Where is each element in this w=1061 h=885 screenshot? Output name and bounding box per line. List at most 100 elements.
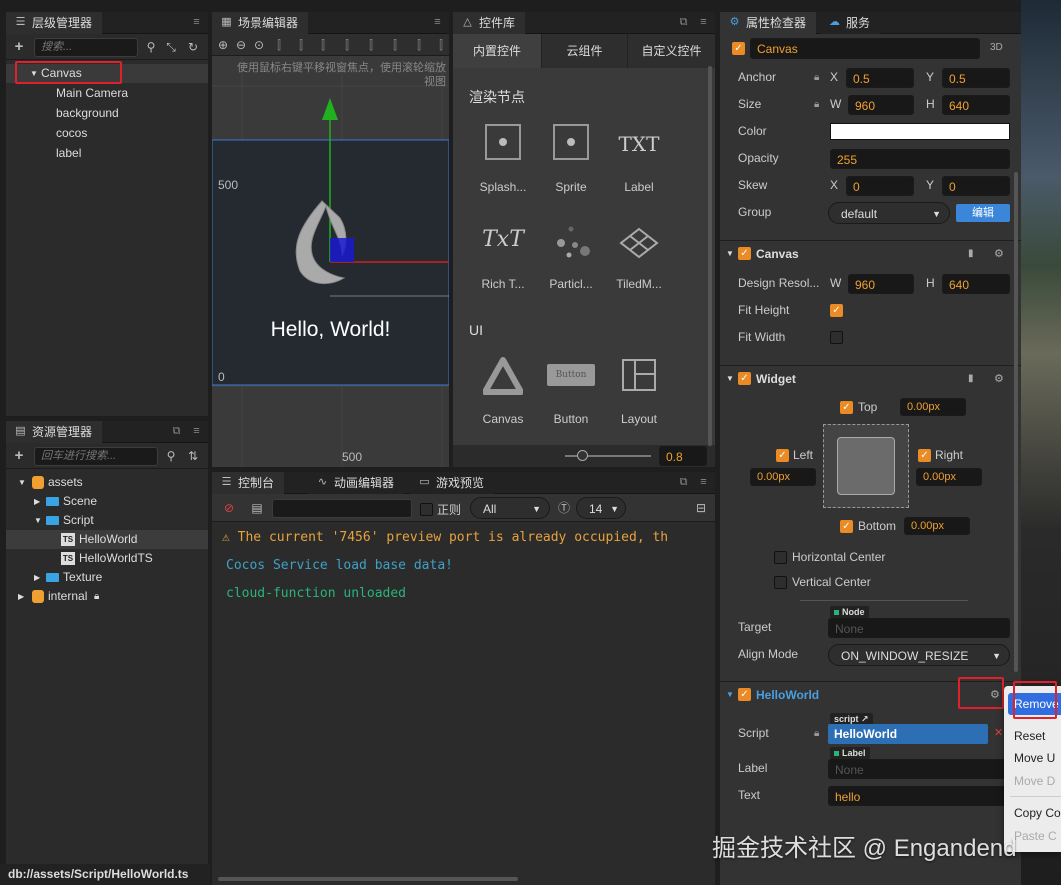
anchor-x-input[interactable]: 0.5 xyxy=(846,68,914,88)
doc-icon[interactable]: ▮ xyxy=(968,241,974,267)
design-w-input[interactable]: 960 xyxy=(848,274,914,294)
asset-item-assets[interactable]: ▼ assets xyxy=(6,473,208,492)
zoom-slider-thumb[interactable] xyxy=(577,450,588,461)
anchor-y-input[interactable]: 0.5 xyxy=(942,68,1010,88)
label-field[interactable]: None xyxy=(828,759,1010,779)
align-mode-select[interactable]: ON_WINDOW_RESIZE ▼ xyxy=(828,644,1010,666)
assets-search-input[interactable]: 回车进行搜索... xyxy=(34,447,158,466)
design-h-input[interactable]: 640 xyxy=(942,274,1010,294)
subtab-cloud[interactable]: 云组件 xyxy=(541,34,627,68)
asset-item-helloworld[interactable]: TS HelloWorld xyxy=(6,530,208,549)
color-swatch[interactable] xyxy=(830,123,1010,140)
widget-right-checkbox[interactable]: ✓ xyxy=(918,449,931,462)
asset-item-helloworldts[interactable]: TS HelloWorldTS xyxy=(6,549,208,568)
menu-item-reset[interactable]: Reset xyxy=(1014,729,1045,743)
widget-richtext[interactable]: TxT Rich T... xyxy=(467,219,539,295)
console-filter-input[interactable] xyxy=(272,499,412,518)
zoom-in-icon[interactable]: ⊕ xyxy=(216,38,230,52)
console-hscroll[interactable] xyxy=(218,877,518,881)
distribute-icon[interactable]: ⫿ xyxy=(412,38,426,52)
size-h-input[interactable]: 640 xyxy=(942,95,1010,115)
widget-left-checkbox[interactable]: ✓ xyxy=(776,449,789,462)
tab-game-preview[interactable]: ▭ 游戏预览 xyxy=(410,472,495,494)
hierarchy-search-input[interactable]: 搜索... xyxy=(34,38,138,57)
close-icon[interactable]: ✕ xyxy=(994,720,1003,747)
tab-scene[interactable]: ▦ 场景编辑器 xyxy=(212,12,309,34)
refresh-icon[interactable]: ↻ xyxy=(186,40,200,54)
lock-icon[interactable]: 🔒︎ xyxy=(814,91,819,118)
sort-icon[interactable]: ⇅ xyxy=(186,449,200,463)
widget-bottom-checkbox[interactable]: ✓ xyxy=(840,520,853,533)
gear-icon[interactable]: ⚙ xyxy=(994,366,1004,392)
badge-3d[interactable]: 3D xyxy=(990,42,1003,53)
tab-widget-library[interactable]: △ 控件库 xyxy=(453,12,526,34)
widget-popout-icon[interactable]: ⧉ xyxy=(678,16,689,28)
tab-services[interactable]: ☁ 服务 xyxy=(820,12,881,34)
lock-icon[interactable]: 🔒︎ xyxy=(814,64,819,91)
asset-item-internal[interactable]: ▶ internal 🔒︎ xyxy=(6,587,208,606)
component-canvas-header[interactable]: ▼ ✓ Canvas ▮ ⚙ xyxy=(720,240,1021,266)
widget-menu-icon[interactable]: ≡ xyxy=(698,16,709,28)
distribute-v-icon[interactable]: ⫿ xyxy=(434,38,448,52)
gear-icon[interactable]: ⚙ xyxy=(994,241,1004,267)
widget-bottom-input[interactable]: 0.00px xyxy=(904,517,970,535)
scene-viewport[interactable] xyxy=(212,56,449,467)
tab-inspector[interactable]: ⚙ 属性检查器 xyxy=(720,12,817,34)
align-center-icon[interactable]: ⫿ xyxy=(294,38,308,52)
scrollbar-widget[interactable] xyxy=(708,66,712,446)
assets-menu-icon[interactable]: ≡ xyxy=(191,425,202,437)
helloworld-enabled-checkbox[interactable]: ✓ xyxy=(738,688,751,701)
hierarchy-menu-icon[interactable]: ≡ xyxy=(191,16,202,28)
widget-sprite[interactable]: Sprite xyxy=(535,122,607,198)
tab-assets[interactable]: ▤ 资源管理器 xyxy=(6,421,103,443)
clear-icon[interactable]: ⊘ xyxy=(222,501,236,515)
open-log-icon[interactable]: ▤ xyxy=(250,501,264,515)
widget-canvas[interactable]: Canvas xyxy=(467,354,539,430)
tree-item-background[interactable]: background xyxy=(6,104,208,123)
widget-enabled-checkbox[interactable]: ✓ xyxy=(738,372,751,385)
canvas-enabled-checkbox[interactable]: ✓ xyxy=(738,247,751,260)
add-asset-icon[interactable]: + xyxy=(12,448,26,463)
widget-label[interactable]: TXT Label xyxy=(603,122,675,198)
fit-width-checkbox[interactable] xyxy=(830,331,843,344)
scene-menu-icon[interactable]: ≡ xyxy=(432,16,443,28)
target-field[interactable]: None xyxy=(828,618,1010,638)
align-bottom-icon[interactable]: ⫿ xyxy=(388,38,402,52)
tab-hierarchy[interactable]: ☰ 层级管理器 xyxy=(6,12,103,34)
add-icon[interactable]: + xyxy=(12,39,26,54)
font-size-select[interactable]: 14 ▼ xyxy=(576,497,626,519)
fit-height-checkbox[interactable]: ✓ xyxy=(830,304,843,317)
asset-item-script[interactable]: ▼ Script xyxy=(6,511,208,530)
tree-item-cocos[interactable]: cocos xyxy=(6,124,208,143)
size-w-input[interactable]: 960 xyxy=(848,95,914,115)
zoom-fit-icon[interactable]: ⊙ xyxy=(252,38,266,52)
node-active-checkbox[interactable]: ✓ xyxy=(732,42,745,55)
zoom-out-icon[interactable]: ⊖ xyxy=(234,38,248,52)
node-name-input[interactable]: Canvas xyxy=(750,38,980,59)
vertical-center-checkbox[interactable] xyxy=(774,576,787,589)
opacity-input[interactable]: 255 xyxy=(830,149,1010,169)
collapse-icon[interactable]: ⤡ xyxy=(164,40,178,54)
doc-icon[interactable]: ▮ xyxy=(968,366,974,392)
search-icon[interactable]: ⚲ xyxy=(144,40,158,54)
widget-alignment-box[interactable] xyxy=(823,424,909,508)
group-select[interactable]: default ▼ xyxy=(828,202,950,224)
align-left-icon[interactable]: ⫿ xyxy=(272,38,286,52)
align-right-icon[interactable]: ⫿ xyxy=(316,38,330,52)
tree-item-label[interactable]: label xyxy=(6,144,208,163)
widget-top-checkbox[interactable]: ✓ xyxy=(840,401,853,414)
asset-item-texture[interactable]: ▶ Texture xyxy=(6,568,208,587)
console-menu-icon[interactable]: ≡ xyxy=(698,476,709,488)
tab-animation[interactable]: ∿ 动画编辑器 xyxy=(308,472,405,494)
asset-item-scene[interactable]: ▶ Scene xyxy=(6,492,208,511)
tab-console[interactable]: ☰ 控制台 xyxy=(212,472,285,494)
inspector-scrollbar[interactable] xyxy=(1014,172,1018,672)
text-field[interactable]: hello xyxy=(828,786,1010,806)
menu-item-move-up[interactable]: Move U xyxy=(1014,751,1055,765)
search-icon[interactable]: ⚲ xyxy=(164,449,178,463)
widget-tiledmap[interactable]: TiledM... xyxy=(603,219,675,295)
skew-x-input[interactable]: 0 xyxy=(846,176,914,196)
script-field[interactable]: HelloWorld xyxy=(828,724,988,744)
horizontal-center-checkbox[interactable] xyxy=(774,551,787,564)
align-top-icon[interactable]: ⫿ xyxy=(340,38,354,52)
